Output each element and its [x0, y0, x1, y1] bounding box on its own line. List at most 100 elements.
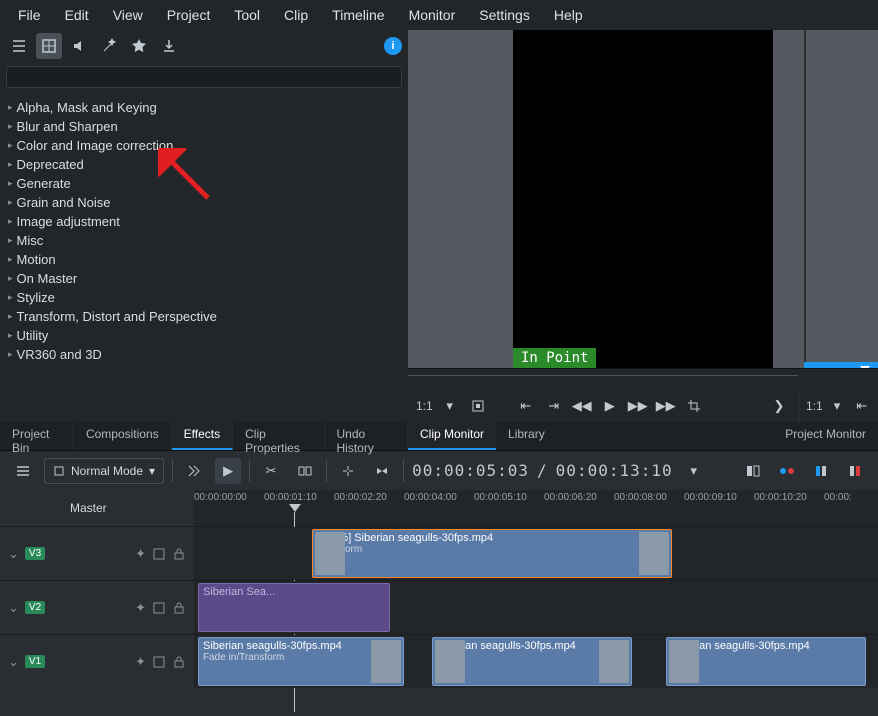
effect-category[interactable]: ▸Transform, Distort and Perspective	[8, 307, 400, 326]
clip[interactable]: Siberian seagulls-30fps.mp4Fade in/Trans…	[198, 637, 404, 686]
effect-category[interactable]: ▸Generate	[8, 174, 400, 193]
marker-blue-icon[interactable]	[774, 458, 800, 484]
effect-category[interactable]: ▸On Master	[8, 269, 400, 288]
tab-clip-monitor[interactable]: Clip Monitor	[408, 422, 496, 450]
cut-icon[interactable]: ✂	[258, 458, 284, 484]
effect-category[interactable]: ▸Grain and Noise	[8, 193, 400, 212]
forward-icon[interactable]: ▶▶	[627, 395, 649, 417]
effect-category[interactable]: ▸Misc	[8, 231, 400, 250]
overwrite-icon[interactable]	[369, 458, 395, 484]
fast-forward-icon[interactable]: ▶▶	[655, 395, 677, 417]
chevron-right-icon: ▸	[8, 178, 13, 189]
lock-icon[interactable]	[172, 547, 186, 561]
menu-file[interactable]: File	[6, 3, 53, 27]
menu-project[interactable]: Project	[155, 3, 223, 27]
rewind-icon[interactable]: ◀◀	[571, 395, 593, 417]
clip[interactable]: Siberian seagulls-30fps.mp4	[666, 637, 866, 686]
tab-clip-properties[interactable]: Clip Properties	[233, 422, 324, 450]
marker-icon[interactable]	[808, 458, 834, 484]
skip-icon[interactable]: ⇤	[851, 395, 872, 417]
frame-icon[interactable]	[467, 395, 489, 417]
timecode-position[interactable]: 00:00:05:03	[412, 461, 529, 480]
crop-icon[interactable]	[683, 395, 705, 417]
ruler-tick: 00:00:05:10	[474, 492, 527, 503]
wand-icon[interactable]	[96, 33, 122, 59]
lock-icon[interactable]	[172, 655, 186, 669]
effect-category[interactable]: ▸Motion	[8, 250, 400, 269]
effect-category[interactable]: ▸VR360 and 3D	[8, 345, 400, 364]
effect-category[interactable]: ▸Image adjustment	[8, 212, 400, 231]
effects-search-input[interactable]	[6, 66, 402, 88]
clip[interactable]: [126%] Siberian seagulls-30fps.mp4Transf…	[312, 529, 672, 578]
collapse-icon[interactable]: ⌄	[8, 600, 19, 616]
collapse-icon[interactable]: ⌄	[8, 654, 19, 670]
master-label: Master	[0, 490, 194, 526]
monitor-ruler[interactable]	[408, 368, 878, 390]
tab-compositions[interactable]: Compositions	[74, 422, 172, 450]
insert-icon[interactable]	[335, 458, 361, 484]
split-view-icon[interactable]	[740, 458, 766, 484]
playhead-icon[interactable]	[289, 504, 301, 512]
menu-edit[interactable]: Edit	[53, 3, 101, 27]
lock-icon[interactable]	[172, 601, 186, 615]
menu-view[interactable]: View	[101, 3, 155, 27]
edit-mode-select[interactable]: Normal Mode ▾	[44, 458, 164, 484]
chevron-down-icon[interactable]: ▾	[439, 395, 461, 417]
chevron-down-icon[interactable]: ▾	[827, 395, 848, 417]
menu-clip[interactable]: Clip	[272, 3, 320, 27]
effect-category[interactable]: ▸Color and Image correction	[8, 136, 400, 155]
menu-help[interactable]: Help	[542, 3, 595, 27]
menu-timeline[interactable]: Timeline	[320, 3, 396, 27]
mute-icon[interactable]	[152, 601, 166, 615]
clip[interactable]: Siberian seagulls-30fps.mp4	[432, 637, 632, 686]
effect-category[interactable]: ▸Stylize	[8, 288, 400, 307]
collapse-icon[interactable]: ⌄	[8, 546, 19, 562]
effects-tree[interactable]: ▸Alpha, Mask and Keying▸Blur and Sharpen…	[0, 92, 408, 422]
zoom-ratio[interactable]: 1:1	[416, 399, 433, 413]
next-icon[interactable]: ❯	[768, 395, 790, 417]
track-content[interactable]: Siberian seagulls-30fps.mp4Fade in/Trans…	[194, 635, 878, 688]
tab-undo-history[interactable]: Undo History	[325, 422, 409, 450]
group-icon[interactable]	[292, 458, 318, 484]
mute-icon[interactable]	[152, 655, 166, 669]
effects-icon[interactable]: ✦	[135, 600, 146, 616]
tab-project-monitor[interactable]: Project Monitor	[773, 422, 878, 450]
ripple-icon[interactable]	[181, 458, 207, 484]
track-content[interactable]: [126%] Siberian seagulls-30fps.mp4Transf…	[194, 527, 878, 580]
effect-category[interactable]: ▸Utility	[8, 326, 400, 345]
marker-red-icon[interactable]	[842, 458, 868, 484]
effects-icon[interactable]: ✦	[135, 546, 146, 562]
track-header[interactable]: ⌄V1✦	[0, 635, 194, 688]
mute-icon[interactable]	[152, 547, 166, 561]
skip-start-icon[interactable]: ⇤	[515, 395, 537, 417]
track-header[interactable]: ⌄V3✦	[0, 527, 194, 580]
effect-label: On Master	[17, 271, 78, 286]
effect-category[interactable]: ▸Alpha, Mask and Keying	[8, 98, 400, 117]
effect-category[interactable]: ▸Deprecated	[8, 155, 400, 174]
timeline-ruler[interactable]: 00:00:00:0000:00:01:1000:00:02:2000:00:0…	[194, 490, 878, 526]
chevron-down-icon[interactable]: ▾	[681, 458, 707, 484]
zoom-ratio-2[interactable]: 1:1	[806, 399, 823, 413]
download-icon[interactable]	[156, 33, 182, 59]
play-button[interactable]: ▶	[215, 458, 241, 484]
clip[interactable]: Siberian Sea...	[198, 583, 390, 632]
volume-icon[interactable]	[66, 33, 92, 59]
info-icon[interactable]: i	[384, 37, 402, 55]
effect-category[interactable]: ▸Blur and Sharpen	[8, 117, 400, 136]
tab-effects[interactable]: Effects	[172, 422, 233, 450]
play-icon[interactable]: ▶	[599, 395, 621, 417]
menu-settings[interactable]: Settings	[467, 3, 542, 27]
track-content[interactable]: Siberian Sea...	[194, 581, 878, 634]
menu-tool[interactable]: Tool	[222, 3, 272, 27]
skip-end-icon[interactable]: ⇥	[543, 395, 565, 417]
hamburger-icon[interactable]	[10, 458, 36, 484]
list-icon[interactable]	[6, 33, 32, 59]
effects-icon[interactable]: ✦	[135, 654, 146, 670]
clip-monitor-view[interactable]: In Point	[408, 30, 878, 368]
tab-project-bin[interactable]: Project Bin	[0, 422, 74, 450]
star-icon[interactable]	[126, 33, 152, 59]
tab-library[interactable]: Library	[496, 422, 557, 450]
menu-monitor[interactable]: Monitor	[397, 3, 468, 27]
track-header[interactable]: ⌄V2✦	[0, 581, 194, 634]
grid-icon[interactable]	[36, 33, 62, 59]
